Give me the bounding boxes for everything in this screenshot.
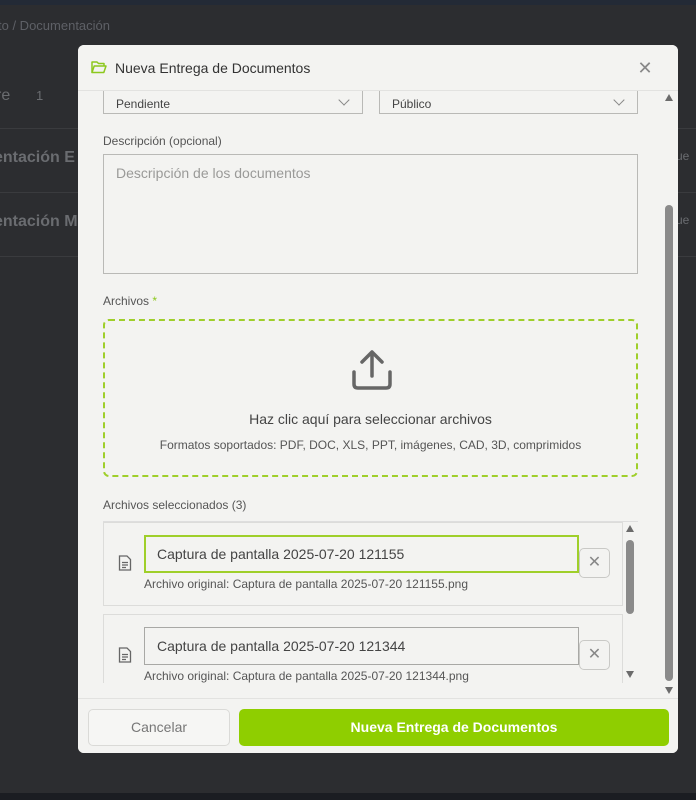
description-label: Descripción (opcional) bbox=[103, 134, 222, 148]
files-list-scrollbar[interactable] bbox=[624, 525, 636, 681]
document-icon bbox=[118, 555, 132, 571]
document-icon bbox=[118, 647, 132, 663]
scroll-down-arrow[interactable] bbox=[665, 687, 673, 694]
background-row-right: ue bbox=[676, 213, 690, 227]
status-select-value: Pendiente bbox=[116, 97, 171, 111]
folder-open-icon bbox=[91, 61, 107, 74]
file-original-name: Archivo original: Captura de pantalla 20… bbox=[144, 577, 469, 591]
visibility-select-value: Público bbox=[392, 97, 432, 111]
modal-footer: Cancelar Nueva Entrega de Documentos bbox=[78, 698, 678, 753]
new-delivery-modal: Pendiente Público Descripción (opcional)… bbox=[78, 45, 678, 753]
scroll-down-arrow[interactable] bbox=[626, 671, 634, 678]
list-item: Captura de pantalla 2025-07-20 121155 Ar… bbox=[103, 522, 623, 606]
chevron-down-icon bbox=[338, 94, 350, 106]
modal-scrollbar[interactable] bbox=[662, 91, 676, 698]
file-name-input[interactable]: Captura de pantalla 2025-07-20 121344 bbox=[144, 627, 579, 665]
close-icon: ✕ bbox=[587, 554, 602, 571]
upload-icon bbox=[352, 350, 392, 390]
file-dropzone[interactable]: Haz clic aquí para seleccionar archivos … bbox=[103, 319, 638, 477]
file-name-value: Captura de pantalla 2025-07-20 121344 bbox=[157, 638, 406, 654]
background-header-text: re bbox=[0, 87, 11, 104]
scrollbar-thumb[interactable] bbox=[665, 205, 673, 681]
scroll-up-arrow[interactable] bbox=[665, 94, 673, 101]
selected-files-list[interactable]: Captura de pantalla 2025-07-20 121155 Ar… bbox=[103, 521, 638, 683]
list-item: Captura de pantalla 2025-07-20 121344 Ar… bbox=[103, 614, 623, 683]
cancel-button[interactable]: Cancelar bbox=[88, 709, 230, 746]
remove-file-button[interactable]: ✕ bbox=[579, 548, 610, 578]
file-name-value: Captura de pantalla 2025-07-20 121155 bbox=[157, 546, 405, 562]
file-original-name: Archivo original: Captura de pantalla 20… bbox=[144, 669, 469, 683]
background-header-count: 1 bbox=[36, 88, 44, 103]
required-mark: * bbox=[152, 294, 158, 308]
files-label: Archivos * bbox=[103, 294, 157, 308]
background-row-label: entación M bbox=[0, 213, 78, 230]
close-modal-button[interactable]: ✕ bbox=[636, 59, 654, 77]
breadcrumb: to / Documentación bbox=[0, 18, 111, 33]
submit-delivery-button[interactable]: Nueva Entrega de Documentos bbox=[239, 709, 669, 746]
description-placeholder: Descripción de los documentos bbox=[116, 165, 311, 181]
bottom-strip bbox=[0, 793, 696, 800]
remove-file-button[interactable]: ✕ bbox=[579, 640, 610, 670]
modal-header: Nueva Entrega de Documentos ✕ bbox=[78, 45, 678, 91]
files-label-text: Archivos bbox=[103, 294, 150, 308]
file-name-input[interactable]: Captura de pantalla 2025-07-20 121155 bbox=[144, 535, 579, 573]
scrollbar-thumb[interactable] bbox=[626, 540, 634, 614]
dropzone-formats-text: Formatos soportados: PDF, DOC, XLS, PPT,… bbox=[159, 438, 582, 452]
selected-files-label: Archivos seleccionados (3) bbox=[103, 498, 247, 512]
description-textarea[interactable]: Descripción de los documentos bbox=[103, 154, 638, 274]
background-row-right: ue bbox=[676, 149, 690, 163]
background-row-label: entación E bbox=[0, 149, 75, 166]
close-icon: ✕ bbox=[637, 58, 653, 78]
close-icon: ✕ bbox=[587, 646, 602, 663]
scroll-up-arrow[interactable] bbox=[626, 525, 634, 532]
chevron-down-icon bbox=[613, 94, 625, 106]
dropzone-main-text: Haz clic aquí para seleccionar archivos bbox=[249, 411, 492, 427]
modal-title: Nueva Entrega de Documentos bbox=[115, 60, 311, 76]
